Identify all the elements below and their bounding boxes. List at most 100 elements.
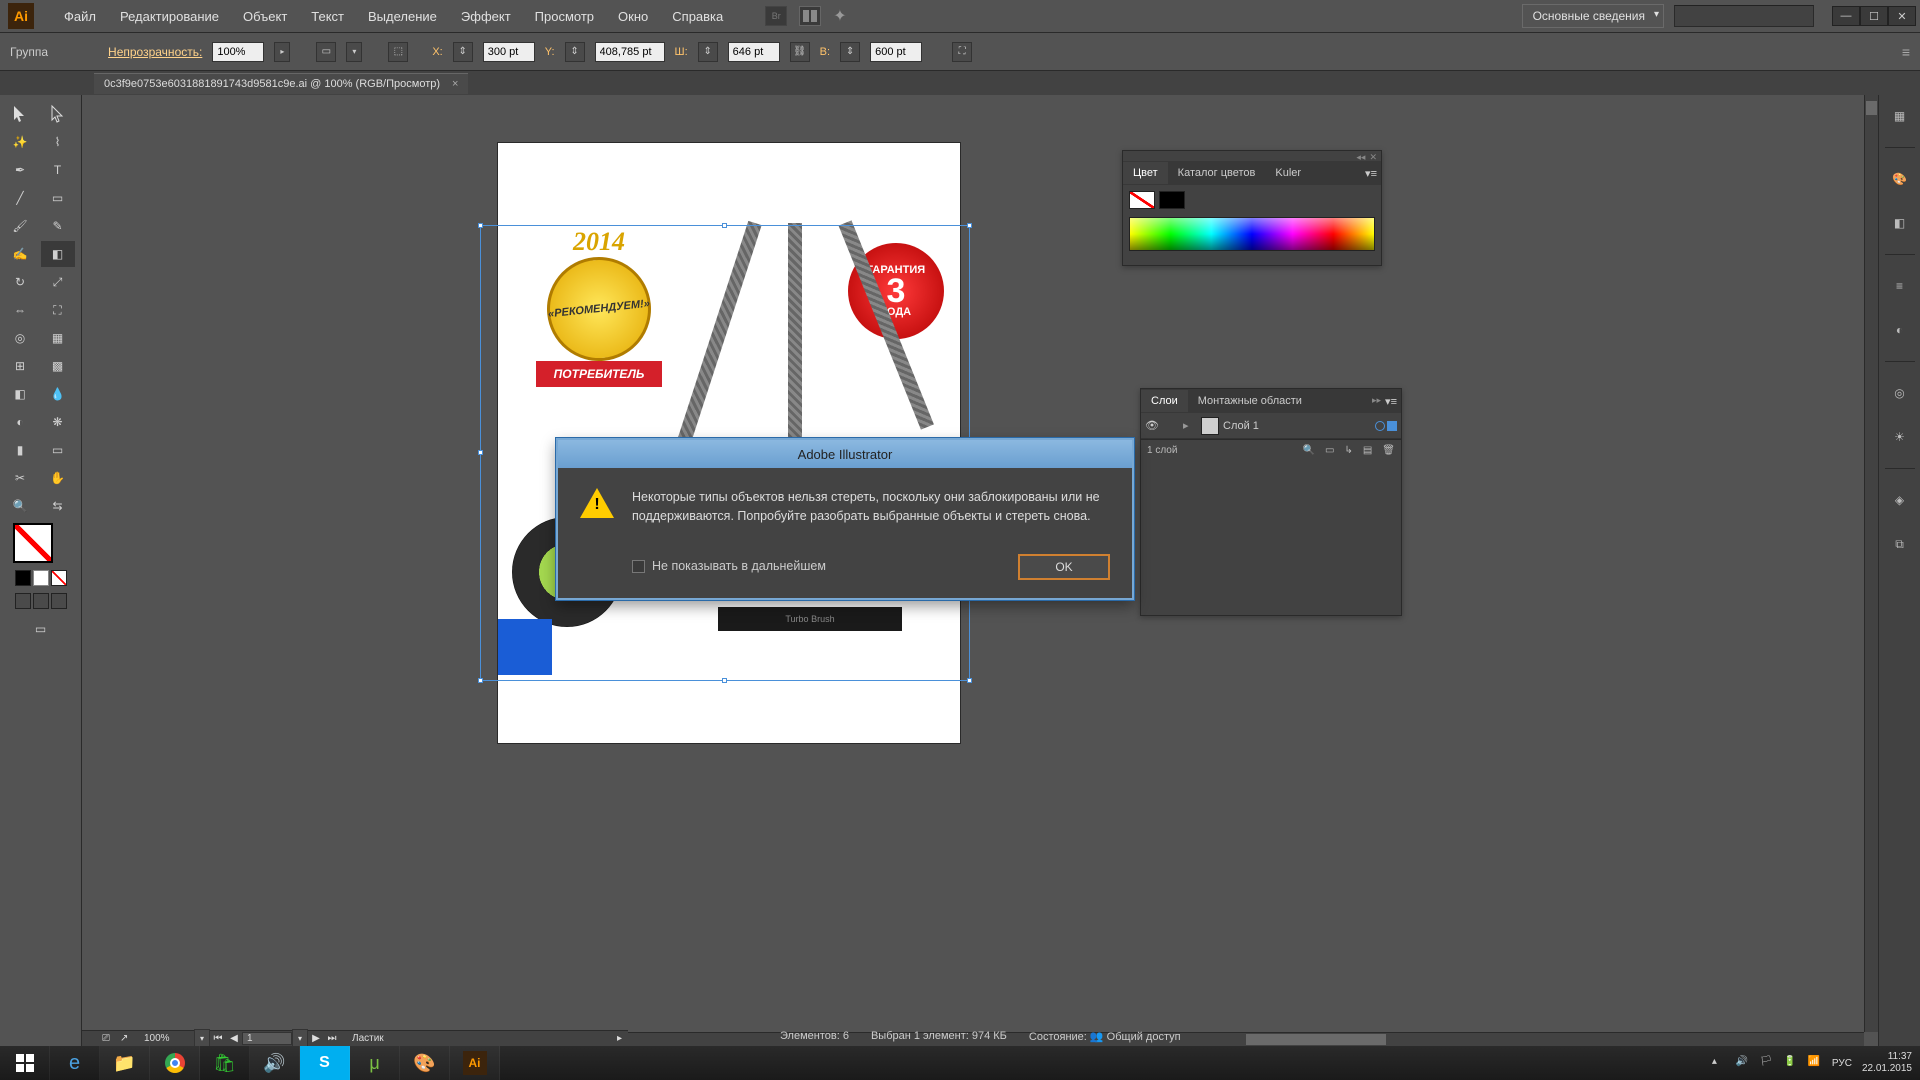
menu-text[interactable]: Текст [299,9,356,24]
stepper-h-icon[interactable]: ⇕ [840,42,860,62]
zoom-value[interactable]: 100% [138,1033,194,1044]
prev-artboard-icon[interactable]: ◀ [226,1033,242,1044]
column-graph-tool[interactable]: ▮ [3,437,37,463]
close-tab-icon[interactable]: × [452,78,458,90]
panel-menu-icon[interactable]: ▾≡ [1385,395,1397,408]
type-tool[interactable]: T [41,157,75,183]
slice-tool[interactable]: ✂ [3,465,37,491]
style-icon[interactable]: ▭ [316,42,336,62]
start-button[interactable] [0,1046,50,1080]
link-wh-icon[interactable]: ⛓ [790,42,810,62]
window-minimize[interactable]: — [1832,6,1860,26]
dock-links-icon[interactable]: ⧉ [1887,531,1913,557]
last-artboard-icon[interactable]: ⏭ [324,1033,340,1044]
make-clipping-mask-icon[interactable]: ▭ [1325,445,1334,456]
width-tool[interactable]: ⇔ [3,297,37,323]
tray-flag-icon[interactable]: 🏳 [1760,1056,1774,1070]
tab-color[interactable]: Цвет [1123,162,1168,184]
stroke-swatch[interactable] [1159,191,1185,209]
taskbar-illustrator-icon[interactable]: Ai [450,1046,500,1080]
dont-show-label[interactable]: Не показывать в дальнейшем [652,557,826,576]
tray-up-icon[interactable]: ▴ [1712,1056,1726,1070]
shape-builder-tool[interactable]: ◎ [3,325,37,351]
document-tab[interactable]: 0c3f9e0753e6031881891743d9581c9e.ai @ 10… [94,73,468,94]
gradient-tool[interactable]: ◧ [3,381,37,407]
tray-language[interactable]: РУС [1832,1058,1852,1069]
dock-appearance-icon[interactable]: ☀ [1887,424,1913,450]
menu-help[interactable]: Справка [660,9,735,24]
create-sublayer-icon[interactable]: ↳ [1344,445,1352,456]
panel-collapse-icon[interactable]: ▸▸ [1372,395,1381,408]
rectangle-tool[interactable]: ▭ [41,185,75,211]
taskbar-audio-icon[interactable]: 🔊 [250,1046,300,1080]
color-mode-icon[interactable] [15,570,31,586]
tab-layers[interactable]: Слои [1141,390,1188,412]
taskbar-store-icon[interactable]: 🛍 [200,1046,250,1080]
tab-kuler[interactable]: Kuler [1265,162,1311,184]
alignrefs-icon[interactable]: ⬚ [388,42,408,62]
dock-stroke-icon[interactable]: ≡ [1887,273,1913,299]
menu-edit[interactable]: Редактирование [108,9,231,24]
menu-window[interactable]: Окно [606,9,660,24]
stepper-w-icon[interactable]: ⇕ [698,42,718,62]
paintbrush-tool[interactable]: 🖌 [3,213,37,239]
ok-button[interactable]: OK [1018,554,1110,580]
status-arrow-icon[interactable]: ▸ [617,1033,628,1044]
expand-icon[interactable]: ▸ [1183,419,1197,432]
artboard-number[interactable]: 1 [242,1032,292,1045]
h-input[interactable] [870,42,922,62]
taskbar-explorer-icon[interactable]: 📁 [100,1046,150,1080]
taskbar-paint-icon[interactable]: 🎨 [400,1046,450,1080]
hand-tool[interactable]: ✋ [41,465,75,491]
bridge-icon[interactable]: Br [765,6,787,26]
feather-icon[interactable]: ✦ [833,6,846,26]
zoom-tool[interactable]: 🔍 [3,493,37,519]
tray-volume-icon[interactable]: 🔊 [1736,1056,1750,1070]
y-input[interactable] [595,42,665,62]
none-mode-icon[interactable] [51,570,67,586]
vertical-scrollbar[interactable] [1864,95,1878,1032]
menu-effect[interactable]: Эффект [449,9,523,24]
share-icon[interactable]: ↗ [120,1033,138,1044]
pencil-tool[interactable]: ✎ [41,213,75,239]
line-tool[interactable]: ╱ [3,185,37,211]
transform-icon[interactable]: ⛶ [952,42,972,62]
new-layer-icon[interactable]: ▤ [1363,445,1372,456]
toggle-fill-stroke[interactable]: ⇆ [41,493,75,519]
style-dropdown[interactable]: ▾ [346,42,362,62]
drawing-mode-normal[interactable] [15,593,31,609]
tray-battery-icon[interactable]: 🔋 [1784,1056,1798,1070]
drawing-mode-inside[interactable] [51,593,67,609]
opacity-dropdown[interactable]: ▸ [274,42,290,62]
tray-clock[interactable]: 11:37 22.01.2015 [1862,1051,1912,1075]
screen-mode-icon[interactable]: ▭ [24,616,58,642]
opacity-input[interactable] [212,42,264,62]
menu-view[interactable]: Просмотр [523,9,606,24]
layer-row[interactable]: 👁 ▸ Слой 1 [1141,413,1401,439]
delete-layer-icon[interactable]: 🗑 [1382,445,1395,456]
dock-artboards-icon[interactable]: ▦ [1887,103,1913,129]
target-icon[interactable] [1375,421,1385,431]
search-input[interactable] [1674,5,1814,27]
zoom-dropdown[interactable]: ▾ [194,1029,210,1047]
magic-wand-tool[interactable]: ✨ [3,129,37,155]
taskbar-ie-icon[interactable]: e [50,1046,100,1080]
direct-selection-tool[interactable] [41,101,75,127]
dock-swatches-icon[interactable]: ◧ [1887,210,1913,236]
eyedropper-tool[interactable]: 💧 [41,381,75,407]
gradient-mode-icon[interactable] [33,570,49,586]
x-input[interactable] [483,42,535,62]
menu-select[interactable]: Выделение [356,9,449,24]
locate-object-icon[interactable]: 🔍 [1303,445,1315,456]
blob-brush-tool[interactable]: ✍ [3,241,37,267]
dock-color-icon[interactable]: 🎨 [1887,166,1913,192]
scale-tool[interactable]: ⤢ [41,269,75,295]
taskbar-skype-icon[interactable]: S [300,1046,350,1080]
panel-menu-icon[interactable]: ▾≡ [1365,167,1377,180]
tray-network-icon[interactable]: 📶 [1808,1056,1822,1070]
tab-color-guide[interactable]: Каталог цветов [1168,162,1266,184]
arrange-documents-icon[interactable] [799,6,821,26]
window-maximize[interactable]: ☐ [1860,6,1888,26]
dock-gradient-icon[interactable]: ◐ [1887,317,1913,343]
menu-object[interactable]: Объект [231,9,299,24]
